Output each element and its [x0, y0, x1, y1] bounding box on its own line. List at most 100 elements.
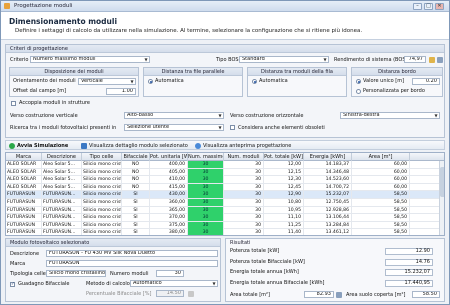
column-header[interactable]: Area [m²]: [352, 153, 410, 161]
window-title: Progettazione moduli: [14, 3, 73, 9]
table-cell: FUTURASUN: [6, 191, 42, 199]
result-value: 12.90: [385, 248, 433, 255]
table-cell: NO: [122, 176, 150, 184]
minimize-button[interactable]: –: [413, 3, 422, 10]
valore-unico-field[interactable]: 0.20: [412, 78, 440, 85]
result-row: Energia totale annua Bifacciale [kWh] 17.…: [226, 279, 437, 287]
column-header[interactable]: Descrizione: [42, 153, 82, 161]
table-cell: Silicio mono crist...: [83, 199, 122, 206]
table-cell: 13.461,12: [304, 229, 352, 235]
scrollbar-thumb[interactable]: [440, 167, 444, 197]
table-cell: Silicio mono crist...: [83, 183, 122, 191]
accoppia-checkbox[interactable]: [11, 101, 16, 106]
settings-icon[interactable]: [437, 57, 443, 63]
column-header[interactable]: Num. massimo: [188, 153, 224, 161]
result-row: Potenza totale Bifacciale [kW] 14.76: [226, 258, 437, 266]
table-row[interactable]: FUTURASUNFUTURASUN...Silicio mono crist.…: [6, 221, 440, 230]
distanza-bordo-title: Distanza bordo: [352, 68, 442, 76]
table-row[interactable]: ALEO SOLAR Aleo Solar 5... Silicio mono cr…: [6, 183, 440, 192]
ostacoli-checkbox[interactable]: [230, 125, 235, 130]
table-row[interactable]: ALEO SOLAR Aleo Solar 5... Silicio mono cr…: [6, 176, 440, 184]
verso-verticale-select[interactable]: Alto-basso ▼: [124, 112, 224, 119]
table-row[interactable]: FUTURASUNFUTURASUN...Silicio mono crist.…: [6, 199, 440, 207]
table-cell: 30: [188, 161, 224, 168]
orientamento-select[interactable]: Verticale ▼: [78, 78, 136, 85]
table-cell: Silicio mono crist...: [83, 229, 122, 236]
table-cell: 400,00: [150, 161, 188, 168]
column-header[interactable]: Bifacciale: [122, 153, 150, 161]
lock-icon[interactable]: [188, 291, 194, 297]
tipo-bos-select[interactable]: Standard ▼: [239, 56, 329, 63]
table-cell: 410,00: [150, 176, 188, 184]
column-header[interactable]: Pot. unitaria [W]: [150, 153, 188, 161]
result-value: 15.232,07: [385, 269, 433, 276]
rendimento-field[interactable]: 74,97: [404, 56, 426, 63]
table-cell: 360,00: [150, 199, 188, 206]
column-header[interactable]: Num. moduli: [224, 153, 264, 161]
results-table: Marca Descrizione Tipo celle Bifacciale Pot.…: [5, 152, 445, 236]
table-row[interactable]: ALEO SOLAR Aleo Solar 5... Silicio mono cr…: [6, 168, 440, 177]
distanza-moduli-title: Distanza tra moduli della fila: [248, 68, 346, 76]
table-cell: 13.106,44: [304, 214, 352, 222]
anteprima-button[interactable]: Visualizza anteprima progettazione: [194, 142, 291, 150]
maximize-button[interactable]: □: [424, 3, 433, 10]
close-button[interactable]: ✕: [435, 3, 444, 10]
guadagno-bifacciale-checkbox[interactable]: ✓: [10, 282, 15, 287]
table-cell: Aleo Solar 5...: [42, 176, 82, 184]
table-cell: Silicio mono crist...: [83, 214, 122, 222]
table-cell: 15.232,07: [304, 191, 352, 199]
table-cell: NO: [122, 161, 150, 168]
column-header[interactable]: Energia [kWh]: [304, 153, 352, 161]
personalizzata-label: Personalizzata per bordo: [363, 88, 425, 94]
results-panel: Risultati Potenza totale [kW] 12.90 Potenz…: [225, 238, 445, 302]
selected-module-panel: Modulo fotovoltaico selezionato Descrizi…: [5, 238, 221, 302]
distanza-file-title: Distanza tra file parallele: [144, 68, 242, 76]
verso-orizzontale-select[interactable]: Sinistra-destra ▼: [340, 112, 440, 119]
area-settings-icon[interactable]: [336, 292, 342, 298]
area-totale-field: 82.93: [304, 291, 334, 298]
marca-label: Marca: [10, 261, 26, 267]
table-cell: 370,00: [150, 214, 188, 222]
valore-unico-radio[interactable]: [356, 79, 361, 84]
table-cell: SI: [122, 221, 150, 229]
table-row[interactable]: FUTURASUNFUTURASUN...Silicio mono crist.…: [6, 206, 440, 215]
table-scrollbar[interactable]: [439, 161, 444, 235]
table-row[interactable]: FUTURASUNFUTURASUN...Silicio mono crist.…: [6, 191, 440, 200]
table-row[interactable]: FUTURASUNFUTURASUN...Silicio mono crist.…: [6, 214, 440, 222]
metodo-select[interactable]: Automatico ▼: [130, 280, 218, 287]
table-cell: Aleo Solar 5...: [42, 161, 82, 168]
page-subtitle: Definire i settaggi di calcolo da utiliz…: [15, 28, 363, 34]
eye-icon: [195, 143, 201, 149]
table-cell: Silicio mono crist...: [83, 168, 122, 176]
table-cell: SI: [122, 206, 150, 214]
personalizzata-radio[interactable]: [356, 89, 361, 94]
avvia-simulazione-button[interactable]: Avvia Simulazione: [8, 142, 68, 150]
lock-icon[interactable]: [429, 57, 435, 63]
dettaglio-modulo-button[interactable]: Visualizza dettaglio modulo selezionato: [80, 142, 188, 150]
offset-label: Offset dal campo [m]: [13, 88, 67, 94]
ricerca-select[interactable]: Selezione utente ▼: [124, 124, 224, 131]
distanza-file-auto-radio[interactable]: [148, 79, 153, 84]
table-cell: 30: [224, 183, 264, 191]
column-header[interactable]: Tipo celle: [82, 153, 122, 161]
criteria-panel-title: Criteri di progettazione: [6, 45, 444, 53]
criterio-select[interactable]: Numero massimo moduli ▼: [30, 56, 150, 63]
distanza-moduli-auto-radio[interactable]: [252, 79, 257, 84]
area-coperta-field: 58.50: [412, 291, 440, 298]
table-row[interactable]: ALEO SOLAR Aleo Solar 5... Silicio mono cr…: [6, 161, 440, 169]
offset-field[interactable]: 1.00: [106, 88, 136, 95]
table-row[interactable]: FUTURASUNFUTURASUN...Silicio mono crist.…: [6, 229, 440, 236]
table-cell: 30: [188, 176, 224, 184]
column-header[interactable]: Marca: [6, 153, 42, 161]
column-header[interactable]: Pot. totale [kW]: [264, 153, 304, 161]
distanza-moduli-auto-label: Automatica: [259, 78, 288, 84]
chevron-down-icon: ▼: [218, 125, 222, 130]
numero-moduli-field: 30: [156, 270, 184, 277]
distanza-moduli-group: Distanza tra moduli della fila Automatic…: [247, 67, 347, 97]
table-cell: 58,50: [352, 199, 410, 206]
chevron-down-icon: ▼: [144, 57, 148, 62]
table-cell: FUTURASUN...: [42, 221, 82, 229]
table-cell: 14.523,60: [304, 176, 352, 184]
ricerca-label: Ricerca tra i moduli fotovoltaici presen…: [10, 125, 117, 131]
table-cell: Silicio mono crist...: [83, 221, 122, 229]
